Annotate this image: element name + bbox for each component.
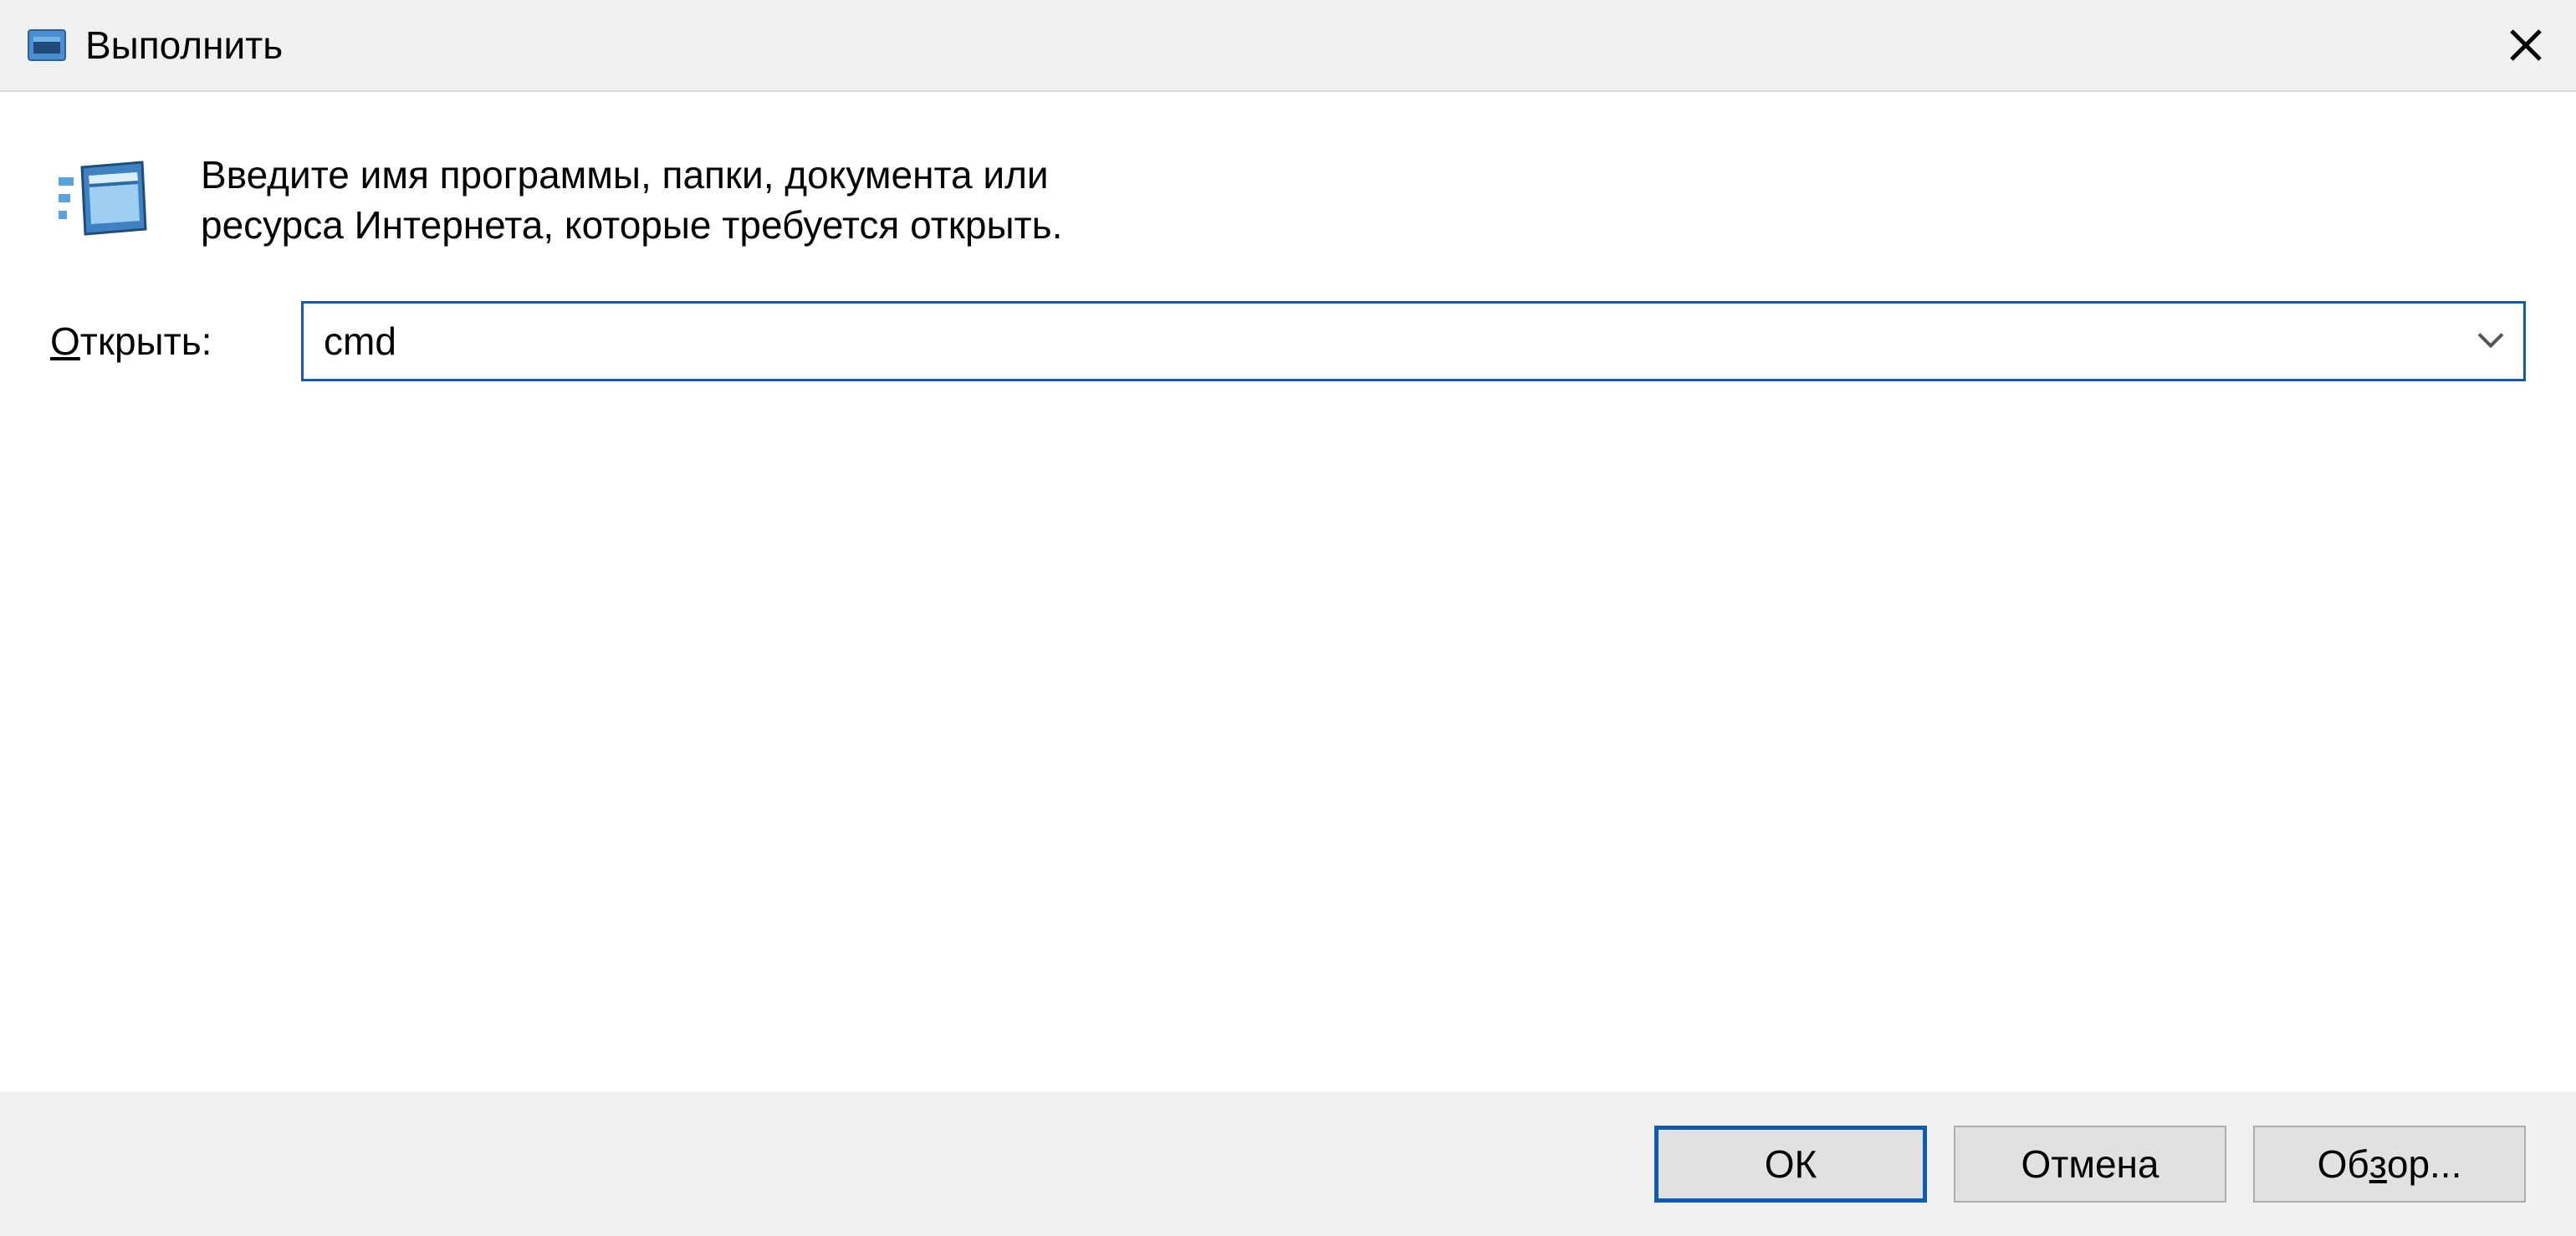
close-button[interactable] [2501,20,2551,70]
ok-button[interactable]: ОК [1654,1126,1927,1203]
run-dialog: Выполнить Введите имя программы [0,0,2576,1236]
open-row: Открыть: [50,301,2526,381]
open-label: Открыть: [50,319,301,364]
run-icon [59,161,151,240]
open-input[interactable] [301,301,2526,381]
open-combobox[interactable] [301,301,2526,381]
dialog-title: Выполнить [85,23,2501,68]
button-row: ОК Отмена Обзор... [0,1092,2576,1236]
close-icon [2508,28,2543,63]
browse-button[interactable]: Обзор... [2253,1126,2526,1203]
titlebar: Выполнить [0,0,2576,92]
description-text: Введите имя программы, папки, документа … [201,151,1154,251]
description-row: Введите имя программы, папки, документа … [50,151,2526,251]
run-icon-small [25,25,69,65]
cancel-button[interactable]: Отмена [1954,1126,2226,1203]
dialog-content: Введите имя программы, папки, документа … [0,92,2576,1092]
